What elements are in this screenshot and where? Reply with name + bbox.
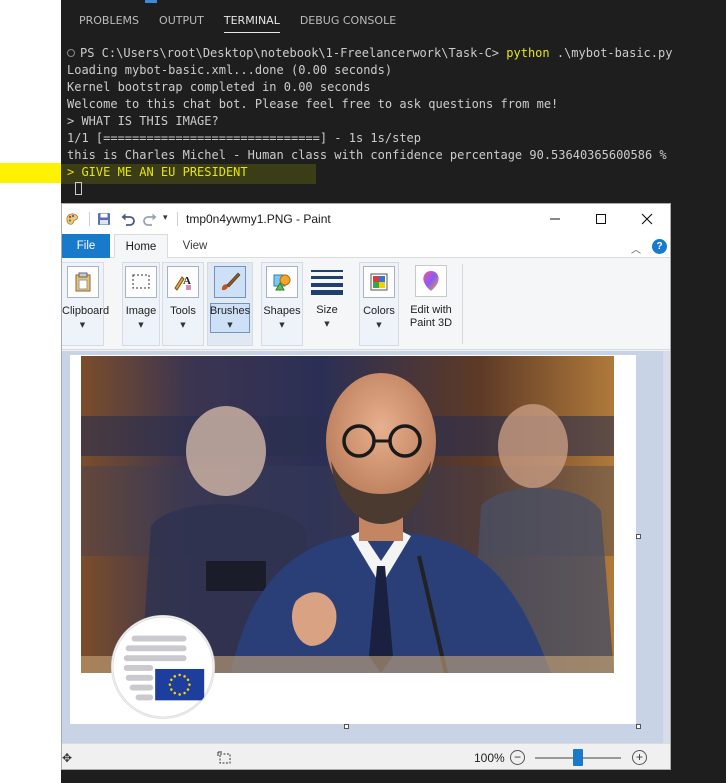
edit-with-paint3d-group[interactable]: Edit with Paint 3D — [402, 262, 460, 346]
terminal-line: Loading mybot-basic.xml...done (0.00 sec… — [67, 63, 393, 77]
terminal-command-line: PS C:\Users\root\Desktop\notebook\1-Free… — [67, 45, 722, 62]
terminal-line: 1/1 [==============================] - 1… — [67, 131, 422, 145]
zoom-out-button[interactable]: − — [510, 750, 525, 765]
paint-window: ▾ tmp0n4ywmy1.PNG - Paint File Home View… — [61, 203, 671, 770]
paint3d-line: Paint 3D — [409, 317, 453, 329]
help-icon[interactable]: ? — [652, 239, 667, 254]
image-group[interactable]: Image ▼ — [122, 262, 160, 346]
terminal-cursor-line — [67, 181, 722, 198]
brush-icon — [214, 266, 246, 298]
image-label: Image — [125, 305, 157, 317]
clipboard-label: Clipboard — [62, 305, 110, 317]
title-bar: ▾ tmp0n4ywmy1.PNG - Paint — [62, 204, 670, 234]
editor-scroll-indicator — [145, 0, 265, 4]
title-separator — [177, 212, 178, 226]
status-bar: ✥ 100% − + — [62, 743, 670, 769]
canvas-area[interactable] — [62, 351, 670, 743]
collapse-ribbon-icon[interactable]: ︿ — [631, 241, 641, 256]
edit-with-line: Edit with — [410, 304, 452, 316]
highlight-marker — [0, 163, 62, 183]
cursor-position-icon: ✥ — [62, 751, 73, 765]
panel-tabs: PROBLEMS OUTPUT TERMINAL DEBUG CONSOLE — [79, 13, 416, 33]
clipboard-icon — [66, 266, 99, 298]
vertical-scrollbar[interactable] — [663, 351, 670, 743]
minimize-button[interactable] — [532, 204, 578, 234]
maximize-button[interactable] — [578, 204, 624, 234]
shapes-icon — [266, 266, 298, 298]
undo-icon[interactable] — [120, 211, 136, 227]
chevron-down-icon: ▼ — [376, 321, 382, 329]
zoom-in-button[interactable]: + — [632, 750, 647, 765]
window-title: tmp0n4ywmy1.PNG - Paint — [186, 212, 331, 226]
selection-size-icon — [217, 751, 231, 764]
brushes-label: Brushes — [209, 305, 251, 317]
terminal-line: Welcome to this chat bot. Please feel fr… — [67, 97, 559, 111]
minimize-icon — [550, 218, 560, 220]
shapes-label: Shapes — [263, 305, 301, 317]
shapes-group[interactable]: Shapes ▼ — [261, 262, 303, 346]
brushes-group[interactable]: Brushes ▼ — [207, 262, 253, 346]
terminal-cursor — [75, 182, 82, 195]
paint-app-icon[interactable] — [64, 211, 80, 227]
paint3d-icon — [415, 265, 447, 297]
close-icon — [641, 213, 653, 225]
tools-icon: A — [167, 266, 199, 298]
canvas[interactable] — [70, 355, 636, 724]
terminal-line: this is Charles Michel - Human class wit… — [67, 148, 667, 162]
select-icon — [125, 266, 157, 298]
colors-label: Colors — [363, 305, 395, 317]
terminal-highlight-line: > GIVE ME AN EU PRESIDENT — [67, 165, 248, 179]
clipboard-group[interactable]: Clipboard ▼ — [62, 262, 110, 346]
tab-home[interactable]: Home — [114, 234, 168, 259]
terminal-line: Kernel bootstrap completed in 0.00 secon… — [67, 80, 371, 94]
save-icon[interactable] — [96, 211, 112, 227]
tab-debug-console[interactable]: DEBUG CONSOLE — [300, 13, 396, 33]
screen: PROBLEMS OUTPUT TERMINAL DEBUG CONSOLE P… — [0, 0, 726, 783]
chevron-down-icon: ▼ — [79, 321, 86, 329]
tab-problems[interactable]: PROBLEMS — [79, 13, 139, 33]
close-button[interactable] — [624, 204, 670, 234]
resize-handle-corner[interactable] — [636, 724, 641, 729]
prompt-status-icon — [67, 49, 75, 57]
maximize-icon — [596, 214, 606, 224]
chevron-down-icon: ▼ — [324, 320, 330, 328]
chevron-down-icon: ▼ — [227, 321, 233, 329]
zoom-level: 100% — [474, 751, 505, 765]
line-size-icon — [311, 265, 343, 297]
ribbon: Clipboard ▼ Image ▼ A Tools ▼ Brushes ▼ … — [62, 258, 670, 350]
resize-handle-bottom[interactable] — [344, 724, 349, 729]
ribbon-separator — [462, 264, 463, 344]
edit-with-paint3d-label: Edit with Paint 3D — [402, 304, 460, 330]
tab-view[interactable]: View — [170, 234, 220, 258]
tools-label: Tools — [170, 305, 196, 317]
title-separator — [89, 212, 90, 226]
chevron-down-icon: ▼ — [138, 321, 144, 329]
command-name: python — [506, 46, 550, 60]
chevron-down-icon: ▼ — [180, 321, 186, 329]
terminal-output[interactable]: PS C:\Users\root\Desktop\notebook\1-Free… — [67, 45, 722, 198]
resize-handle-right[interactable] — [636, 534, 641, 539]
colors-group[interactable]: Colors ▼ — [359, 262, 399, 346]
redo-icon[interactable] — [142, 211, 158, 227]
customize-quick-access-icon[interactable]: ▾ — [163, 213, 173, 225]
eu-council-logo — [111, 615, 215, 719]
tab-file[interactable]: File — [62, 234, 110, 258]
size-group[interactable]: Size ▼ — [308, 262, 346, 346]
ribbon-tabs: File Home View ︿ ? — [62, 234, 670, 259]
command-arg: .\mybot-basic.py — [556, 46, 673, 60]
chevron-down-icon: ▼ — [279, 321, 285, 329]
tab-output[interactable]: OUTPUT — [159, 13, 204, 33]
tab-terminal[interactable]: TERMINAL — [223, 13, 280, 33]
terminal-line: > WHAT IS THIS IMAGE? — [67, 114, 219, 128]
zoom-slider-thumb[interactable] — [573, 749, 583, 766]
size-label: Size — [316, 304, 338, 316]
colors-icon — [363, 266, 395, 298]
tools-group[interactable]: A Tools ▼ — [162, 262, 204, 346]
prompt-path: PS C:\Users\root\Desktop\notebook\1-Free… — [80, 46, 500, 60]
